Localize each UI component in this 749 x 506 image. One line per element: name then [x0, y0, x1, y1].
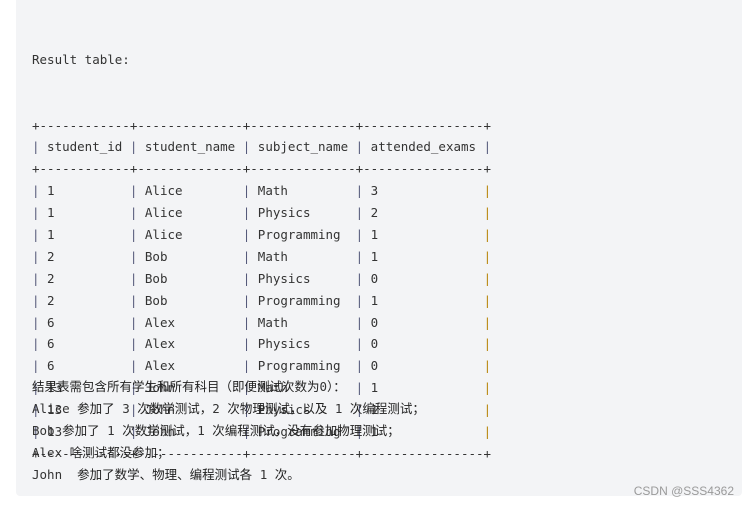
table-cell: Alice — [137, 226, 243, 242]
table-row: | 1 | Alice | Physics | 2 | — [32, 205, 492, 221]
column-header: student_name — [137, 139, 243, 155]
table-row: | 6 | Alex | Programming | 0 | — [32, 358, 492, 374]
table-cell: 1 — [39, 183, 130, 199]
table-cell: 3 — [363, 183, 484, 199]
note-line: Bob 参加了 1 次数学测试，1 次编程测试，没有参加物理测试； — [32, 423, 400, 438]
table-cell: Math — [250, 183, 356, 199]
note-line: Alice 参加了 3 次数学测试，2 次物理测试，以及 1 次编程测试； — [32, 401, 425, 416]
table-cell: Math — [250, 248, 356, 264]
table-cell: 2 — [39, 292, 130, 308]
note-line: Alex 啥测试都没参加； — [32, 445, 170, 460]
table-cell: Math — [250, 314, 356, 330]
table-border: +------------+--------------+-----------… — [32, 117, 492, 133]
table-cell: 1 — [39, 226, 130, 242]
table-cell: 0 — [363, 336, 484, 352]
table-cell: 0 — [363, 314, 484, 330]
note-line: John 参加了数学、物理、编程测试各 1 次。 — [32, 467, 300, 482]
table-cell: Alice — [137, 205, 243, 221]
table-cell: Bob — [137, 248, 243, 264]
table-cell: Physics — [250, 336, 356, 352]
note-line: 结果表需包含所有学生和所有科目（即便测试次数为0）： — [32, 379, 346, 394]
table-cell: Alex — [137, 358, 243, 374]
table-row: | 2 | Bob | Programming | 1 | — [32, 292, 492, 308]
table-cell: Bob — [137, 292, 243, 308]
column-header: attended_exams — [363, 139, 484, 155]
table-cell: Bob — [137, 270, 243, 286]
table-cell: Alex — [137, 336, 243, 352]
table-row: | 1 | Alice | Math | 3 | — [32, 183, 492, 199]
table-border: +------------+--------------+-----------… — [32, 161, 492, 177]
table-row: | 2 | Bob | Physics | 0 | — [32, 270, 492, 286]
table-cell: Programming — [250, 358, 356, 374]
explanation-notes: 结果表需包含所有学生和所有科目（即便测试次数为0）： Alice 参加了 3 次… — [32, 376, 425, 486]
table-cell: Programming — [250, 226, 356, 242]
table-cell: Physics — [250, 205, 356, 221]
table-cell: Alex — [137, 314, 243, 330]
table-cell: 6 — [39, 314, 130, 330]
table-cell: 6 — [39, 336, 130, 352]
table-cell: Programming — [250, 292, 356, 308]
table-cell: Physics — [250, 270, 356, 286]
table-cell: 2 — [39, 270, 130, 286]
table-cell: 1 — [363, 226, 484, 242]
table-row: | 6 | Alex | Math | 0 | — [32, 314, 492, 330]
table-row: | 2 | Bob | Math | 1 | — [32, 248, 492, 264]
column-header: student_id — [39, 139, 130, 155]
table-cell: 1 — [39, 205, 130, 221]
column-header: subject_name — [250, 139, 356, 155]
table-cell: 1 — [363, 248, 484, 264]
table-cell: 0 — [363, 270, 484, 286]
watermark: CSDN @SSS4362 — [633, 484, 734, 498]
table-cell: 2 — [363, 205, 484, 221]
table-row: | 1 | Alice | Programming | 1 | — [32, 226, 492, 242]
table-caption: Result table: — [32, 51, 130, 67]
table-header: | student_id | student_name | subject_na… — [32, 139, 492, 155]
table-cell: 1 — [363, 292, 484, 308]
table-row: | 6 | Alex | Physics | 0 | — [32, 336, 492, 352]
table-cell: 0 — [363, 358, 484, 374]
table-cell: 6 — [39, 358, 130, 374]
table-cell: Alice — [137, 183, 243, 199]
table-cell: 2 — [39, 248, 130, 264]
